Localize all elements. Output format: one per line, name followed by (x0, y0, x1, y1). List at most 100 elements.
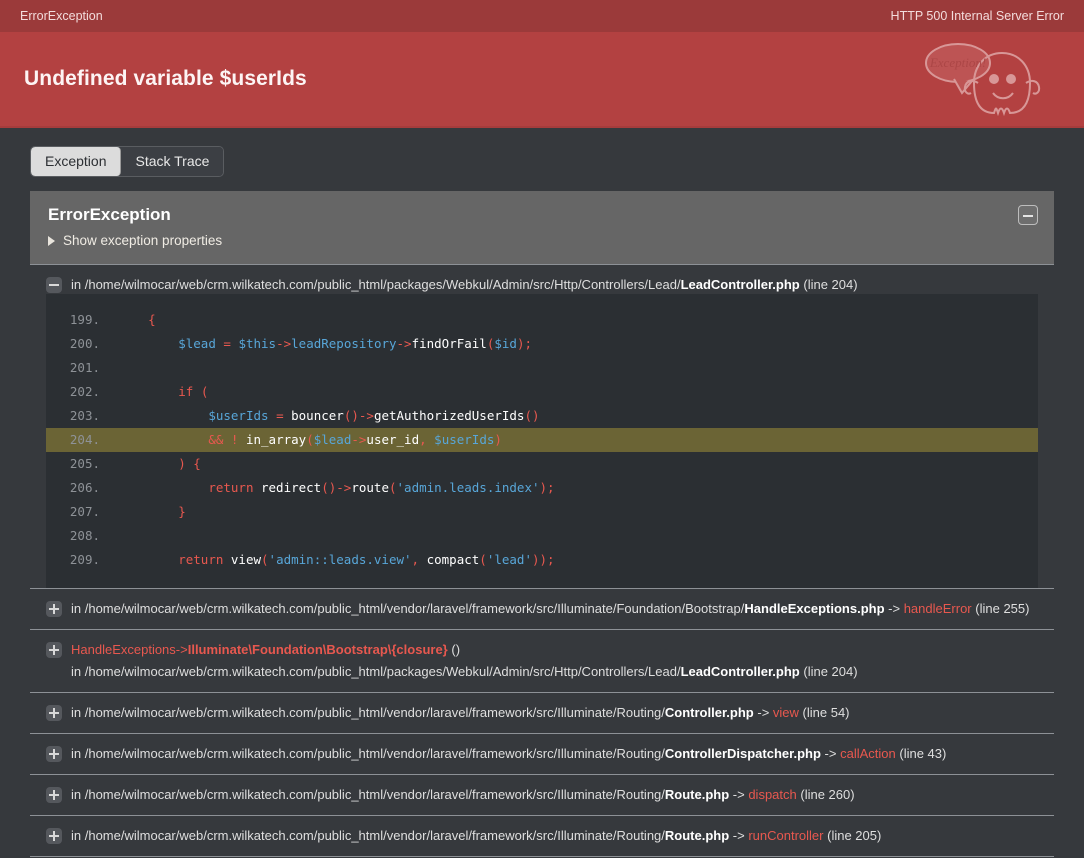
frame-file: Controller.php (664, 705, 754, 720)
frame-method: handleError (903, 601, 972, 616)
plus-box-icon[interactable] (46, 787, 62, 803)
frame-file: ControllerDispatcher.php (664, 746, 821, 761)
line-source: && ! in_array($lead->user_id, $userIds) (208, 432, 502, 447)
frame-arrow: -> (824, 746, 837, 761)
stack-frame-row[interactable]: HandleExceptions->Illuminate\Foundation\… (30, 629, 1054, 692)
line-number: 204. (69, 432, 100, 447)
line-number: 203. (69, 408, 100, 423)
exception-panel-header: ErrorException Show exception properties (30, 191, 1054, 264)
show-exception-properties-toggle[interactable]: Show exception properties (48, 233, 1036, 248)
error-header: Undefined variable $userIds Exception! (0, 32, 1084, 128)
code-line: 208. (46, 524, 1038, 548)
frame-prefix: in (71, 787, 85, 802)
frame-path: /home/wilmocar/web/crm.wilkatech.com/pub… (84, 664, 681, 679)
frame-prefix: in (71, 746, 85, 761)
plus-box-icon[interactable] (46, 746, 62, 762)
closure-class: HandleExceptions (71, 642, 176, 657)
tab-group: Exception Stack Trace (30, 146, 225, 177)
frame-line: (line 204) (803, 664, 858, 679)
frame-method: runController (748, 828, 824, 843)
frame-path: /home/wilmocar/web/crm.wilkatech.com/pub… (84, 705, 665, 720)
frame-path: /home/wilmocar/web/crm.wilkatech.com/pub… (84, 601, 745, 616)
frame-path: /home/wilmocar/web/crm.wilkatech.com/pub… (84, 277, 681, 292)
line-number: 209. (69, 552, 100, 567)
frame-line: (line 260) (800, 787, 855, 802)
line-number: 200. (69, 336, 100, 351)
frame-prefix: in (71, 664, 85, 679)
exception-title: ErrorException (48, 205, 171, 224)
frame-prefix: in (71, 277, 85, 292)
code-line: 203. $userIds = bouncer()->getAuthorized… (46, 404, 1038, 428)
closure-arrow: -> (175, 642, 188, 657)
exception-panel: ErrorException Show exception properties… (30, 191, 1054, 858)
stack-frame-row[interactable]: in /home/wilmocar/web/crm.wilkatech.com/… (30, 733, 1054, 774)
frame-path: /home/wilmocar/web/crm.wilkatech.com/pub… (84, 787, 665, 802)
line-source: { (148, 312, 156, 327)
frame-path: /home/wilmocar/web/crm.wilkatech.com/pub… (84, 828, 665, 843)
line-number: 208. (69, 528, 100, 543)
source-code-block: 199. { 200. $lead = $this->leadRepositor… (46, 294, 1038, 588)
line-number: 202. (69, 384, 100, 399)
frame-prefix: in (71, 601, 85, 616)
line-number: 201. (69, 360, 100, 375)
mascot-bubble-label: Exception! (929, 55, 986, 70)
http-status-label: HTTP 500 Internal Server Error (890, 9, 1064, 23)
line-source: if ( (178, 384, 209, 399)
frame-prefix: in (71, 828, 85, 843)
exception-class-label: ErrorException (20, 9, 103, 23)
status-bar: ErrorException HTTP 500 Internal Server … (0, 0, 1084, 32)
closure-parens: () (451, 642, 461, 657)
frame-line: (line 54) (802, 705, 850, 720)
frame-method: callAction (840, 746, 896, 761)
frame-line: (line 255) (975, 601, 1030, 616)
line-source: return view('admin::leads.view', compact… (178, 552, 555, 567)
frame-arrow: -> (732, 828, 745, 843)
tab-exception[interactable]: Exception (31, 147, 122, 176)
code-line: 209. return view('admin::leads.view', co… (46, 548, 1038, 572)
stack-frame-row[interactable]: in /home/wilmocar/web/crm.wilkatech.com/… (30, 774, 1054, 815)
line-source: return redirect()->route('admin.leads.in… (208, 480, 555, 495)
plus-box-icon[interactable] (46, 828, 62, 844)
frame-arrow: -> (757, 705, 770, 720)
collapse-panel-button[interactable] (1018, 205, 1038, 225)
show-exception-properties-label: Show exception properties (63, 233, 223, 248)
frame-file: Route.php (664, 828, 730, 843)
code-line-highlighted: 204. && ! in_array($lead->user_id, $user… (46, 428, 1038, 452)
tab-stack-trace[interactable]: Stack Trace (121, 147, 224, 176)
frame-arrow: -> (888, 601, 901, 616)
line-number: 207. (69, 504, 100, 519)
line-number: 199. (69, 312, 100, 327)
frame-prefix: in (71, 705, 85, 720)
frame-file: HandleExceptions.php (744, 601, 885, 616)
stack-frame-row[interactable]: in /home/wilmocar/web/crm.wilkatech.com/… (30, 588, 1054, 629)
minus-box-icon[interactable] (46, 277, 62, 293)
frame-method: dispatch (748, 787, 797, 802)
line-source: ) { (178, 456, 201, 471)
stack-frame-primary: in /home/wilmocar/web/crm.wilkatech.com/… (30, 264, 1054, 588)
frame-method: view (772, 705, 799, 720)
code-line: 199. { (46, 308, 1038, 332)
page-title: Undefined variable $userIds (24, 67, 307, 90)
code-line: 201. (46, 356, 1038, 380)
code-line: 206. return redirect()->route('admin.lea… (46, 476, 1038, 500)
ghost-mascot-icon: Exception! (925, 43, 1041, 117)
line-number: 205. (69, 456, 100, 471)
stack-frame-row[interactable]: in /home/wilmocar/web/crm.wilkatech.com/… (30, 815, 1054, 856)
code-line: 207. } (46, 500, 1038, 524)
frame-file: LeadController.php (680, 277, 800, 292)
line-number: 206. (69, 480, 100, 495)
frame-line: (line 43) (899, 746, 947, 761)
code-line: 200. $lead = $this->leadRepository->find… (46, 332, 1038, 356)
stack-frame-row[interactable]: in /home/wilmocar/web/crm.wilkatech.com/… (30, 692, 1054, 733)
line-source: $lead = $this->leadRepository->findOrFai… (178, 336, 533, 351)
plus-box-icon[interactable] (46, 705, 62, 721)
code-line: 202. if ( (46, 380, 1038, 404)
frame-file: Route.php (664, 787, 730, 802)
code-line: 205. ) { (46, 452, 1038, 476)
tabs-container: Exception Stack Trace (0, 128, 1084, 177)
plus-box-icon[interactable] (46, 601, 62, 617)
plus-box-icon[interactable] (46, 642, 62, 658)
triangle-right-icon (48, 235, 55, 246)
frame-file: LeadController.php (680, 664, 800, 679)
line-source: $userIds = bouncer()->getAuthorizedUserI… (208, 408, 540, 423)
